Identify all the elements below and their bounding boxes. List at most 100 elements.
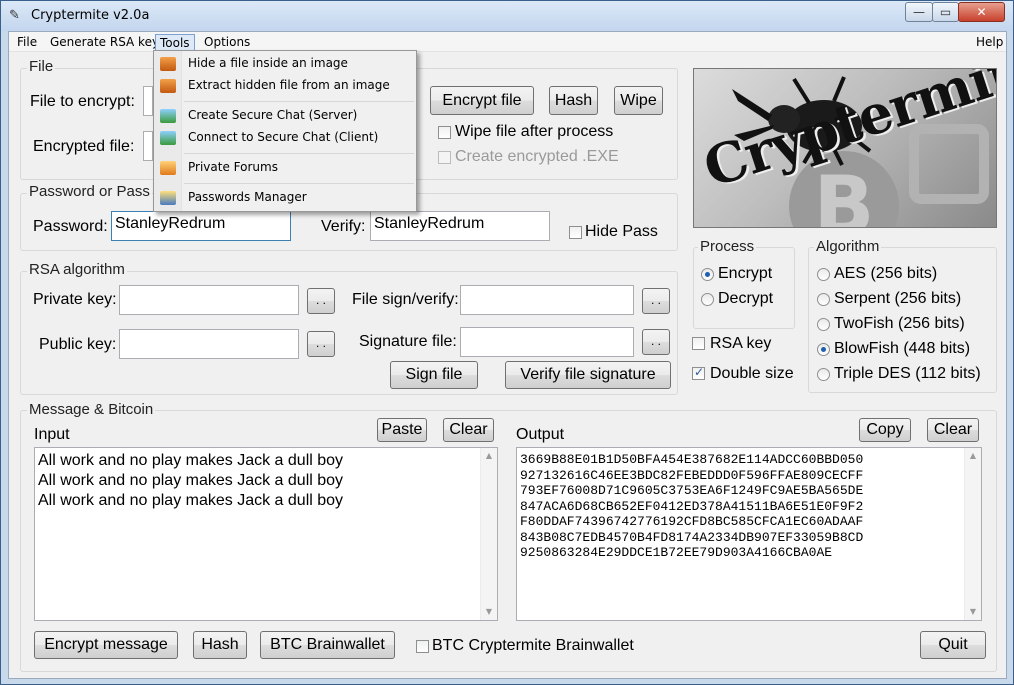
crypt-brainwallet-label: BTC Cryptermite Brainwallet <box>432 637 634 654</box>
file-to-encrypt-input[interactable] <box>143 86 153 116</box>
password-input[interactable]: StanleyRedrum <box>111 211 291 241</box>
input-scrollbar[interactable]: ▲ ▼ <box>480 448 497 620</box>
public-key-browse-button[interactable]: . . <box>307 331 335 357</box>
public-key-input[interactable] <box>119 329 299 359</box>
sign-file-button[interactable]: Sign file <box>390 361 478 389</box>
private-key-browse-button[interactable]: . . <box>307 288 335 314</box>
rsa-key-label: RSA key <box>710 335 772 352</box>
file-sign-browse-button[interactable]: . . <box>642 288 670 314</box>
image-icon <box>160 79 176 93</box>
file-sign-input[interactable] <box>460 285 634 315</box>
output-scrollbar[interactable]: ▲ ▼ <box>964 448 981 620</box>
output-line: 847ACA6D68CB652EF0412ED378A41511BA6E51E0… <box>520 498 864 514</box>
wipe-button[interactable]: Wipe <box>614 86 663 115</box>
chat-icon <box>160 131 176 145</box>
clear-input-button[interactable]: Clear <box>443 418 494 442</box>
encrypt-radio[interactable] <box>701 268 714 281</box>
forum-icon <box>160 161 176 175</box>
input-line: All work and no play makes Jack a dull b… <box>38 472 344 489</box>
wipe-after-checkbox[interactable] <box>438 126 451 139</box>
menu-item-passwords-manager[interactable]: Passwords Manager <box>154 187 416 209</box>
hash-file-button[interactable]: Hash <box>549 86 598 115</box>
wipe-after-label: Wipe file after process <box>455 123 614 140</box>
encrypt-radio-label: Encrypt <box>718 265 773 282</box>
file-to-encrypt-label: File to encrypt: <box>30 93 135 110</box>
hide-pass-checkbox[interactable] <box>569 226 582 239</box>
file-sign-label: File sign/verify: <box>352 291 459 308</box>
menu-file[interactable]: File <box>13 34 41 51</box>
scroll-up-icon[interactable]: ▲ <box>481 448 497 464</box>
tripledes-label: Triple DES (112 bits) <box>834 365 981 382</box>
serpent-label: Serpent (256 bits) <box>834 290 962 307</box>
close-button[interactable]: ✕ <box>958 2 1005 22</box>
aes-radio[interactable] <box>817 268 830 281</box>
menu-help[interactable]: Help <box>972 34 1007 51</box>
quit-button[interactable]: Quit <box>920 631 986 659</box>
double-size-checkbox[interactable] <box>692 365 705 380</box>
twofish-label: TwoFish (256 bits) <box>834 315 965 332</box>
password-group-title: Password or Pass <box>27 183 152 200</box>
title-bar[interactable]: ✎ Cryptermite v2.0a — ▭ ✕ <box>1 1 1013 31</box>
paste-button[interactable]: Paste <box>377 418 427 442</box>
image-icon <box>160 57 176 71</box>
menu-item-chat-client[interactable]: Connect to Secure Chat (Client) <box>154 127 416 149</box>
file-group-title: File <box>27 58 56 75</box>
hide-pass-label: Hide Pass <box>585 223 658 240</box>
input-textarea[interactable]: All work and no play makes Jack a dull b… <box>34 447 498 621</box>
output-line: 9250863284E29DDCE1B72EE79D903A4166CBA0AE <box>520 545 833 560</box>
double-size-label: Double size <box>710 365 794 382</box>
menu-generate-rsa[interactable]: Generate RSA keys <box>46 34 169 51</box>
minimize-button[interactable]: — <box>905 2 933 22</box>
app-window: ✎ Cryptermite v2.0a — ▭ ✕ File Generate … <box>0 0 1014 685</box>
output-textarea[interactable]: 3669B88E01B1D50BFA454E387682E114ADCC60BB… <box>516 447 982 621</box>
output-line: 843B08C7EDB4570B4FD8174A2334DB907EF33059… <box>520 529 864 545</box>
scroll-down-icon[interactable]: ▼ <box>481 604 497 620</box>
decrypt-radio[interactable] <box>701 293 714 306</box>
menu-item-private-forums[interactable]: Private Forums <box>154 157 416 179</box>
menu-item-label: Connect to Secure Chat (Client) <box>188 130 379 144</box>
signature-file-browse-button[interactable]: . . <box>642 329 670 355</box>
input-line: All work and no play makes Jack a dull b… <box>38 452 344 469</box>
copy-button[interactable]: Copy <box>859 418 911 442</box>
menu-separator <box>184 183 414 184</box>
tripledes-radio[interactable] <box>817 368 830 381</box>
serpent-radio[interactable] <box>817 293 830 306</box>
hash-message-button[interactable]: Hash <box>193 631 247 659</box>
blowfish-radio[interactable] <box>817 343 830 356</box>
menu-tools[interactable]: Tools <box>155 34 195 51</box>
create-exe-label: Create encrypted .EXE <box>455 148 619 165</box>
scroll-up-icon[interactable]: ▲ <box>965 448 981 464</box>
public-key-label: Public key: <box>39 336 117 353</box>
verify-input[interactable]: StanleyRedrum <box>370 211 550 241</box>
menu-item-label: Create Secure Chat (Server) <box>188 108 358 122</box>
verify-signature-button[interactable]: Verify file signature <box>505 361 671 389</box>
scroll-down-icon[interactable]: ▼ <box>965 604 981 620</box>
output-label: Output <box>516 426 565 443</box>
encrypt-file-button[interactable]: Encrypt file <box>430 86 534 115</box>
clear-output-button[interactable]: Clear <box>927 418 979 442</box>
btc-brainwallet-button[interactable]: BTC Brainwallet <box>260 631 395 659</box>
rsa-group-title: RSA algorithm <box>27 261 127 278</box>
signature-file-label: Signature file: <box>359 333 457 350</box>
private-key-label: Private key: <box>33 291 117 308</box>
signature-file-input[interactable] <box>460 327 634 357</box>
chat-icon <box>160 109 176 123</box>
menu-item-hide-file[interactable]: Hide a file inside an image <box>154 53 416 75</box>
twofish-radio[interactable] <box>817 318 830 331</box>
menu-item-extract-file[interactable]: Extract hidden file from an image <box>154 75 416 97</box>
maximize-button[interactable]: ▭ <box>932 2 959 22</box>
menu-options[interactable]: Options <box>200 34 254 51</box>
password-label: Password: <box>33 218 108 235</box>
output-line: 927132616C46EE3BDC82FEBEDDD0F596FFAE809C… <box>520 467 864 483</box>
rsa-key-checkbox[interactable] <box>692 337 705 350</box>
encrypt-message-button[interactable]: Encrypt message <box>34 631 178 659</box>
create-exe-checkbox[interactable] <box>438 151 451 164</box>
menu-item-chat-server[interactable]: Create Secure Chat (Server) <box>154 105 416 127</box>
key-icon <box>160 191 176 205</box>
private-key-input[interactable] <box>119 285 299 315</box>
output-line: F80DDAF74396742776192CFD8BC585CFCA1EC60A… <box>520 514 864 529</box>
decrypt-radio-label: Decrypt <box>718 290 774 307</box>
crypt-brainwallet-checkbox[interactable] <box>416 640 429 653</box>
tools-dropdown-menu: Hide a file inside an image Extract hidd… <box>153 50 417 212</box>
encrypted-file-input[interactable] <box>143 131 153 161</box>
